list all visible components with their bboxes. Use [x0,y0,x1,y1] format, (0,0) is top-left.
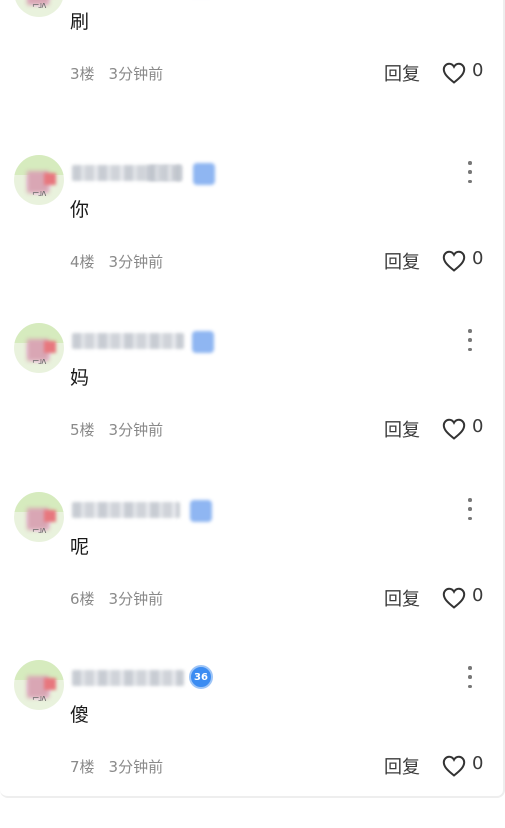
username-blurred[interactable] [72,333,184,349]
reply-button[interactable]: 回复 [384,585,420,611]
comment-text: 你 [70,199,90,221]
level-badge-icon [190,500,212,522]
heart-icon[interactable] [442,755,466,777]
heart-icon[interactable] [442,418,466,440]
comment-item: ⌐ᴊᴧ 妈 5楼 3分钟前 回复 0 [0,323,505,491]
user-avatar[interactable]: ⌐ᴊᴧ [14,0,64,17]
like-count: 0 [472,585,484,606]
comment-meta: 3楼 3分钟前 [70,63,163,84]
user-avatar[interactable]: ⌐ᴊᴧ [14,660,64,710]
comment-list: ⌐ᴊᴧ 刷 3楼 3分钟前 回复 0 ⌐ᴊᴧ 你 4楼 3分钟前 回复 0 ⌐ᴊᴧ … [0,0,505,798]
comment-text: 刷 [70,11,90,33]
level-badge-icon: 36 [189,665,213,689]
like-count: 0 [472,60,484,81]
floor-number: 3楼 [70,65,95,83]
user-avatar[interactable]: ⌐ᴊᴧ [14,155,64,205]
comment-item: ⌐ᴊᴧ 你 4楼 3分钟前 回复 0 [0,155,505,323]
more-options-icon[interactable] [462,161,478,183]
like-count: 0 [472,753,484,774]
more-options-icon[interactable] [462,498,478,520]
like-count: 0 [472,416,484,437]
reply-button[interactable]: 回复 [384,416,420,442]
comment-text: 妈 [70,367,90,389]
comment-meta: 5楼 3分钟前 [70,419,163,440]
comment-time: 3分钟前 [108,65,164,83]
level-badge-icon [192,331,214,353]
user-avatar[interactable]: ⌐ᴊᴧ [14,492,64,542]
floor-number: 7楼 [70,758,95,776]
comment-item: ⌐ᴊᴧ 呢 6楼 3分钟前 回复 0 [0,492,505,660]
user-avatar[interactable]: ⌐ᴊᴧ [14,323,64,373]
comment-meta: 4楼 3分钟前 [70,251,163,272]
comment-text: 傻 [70,704,90,726]
username-blurred[interactable] [72,502,180,518]
comment-meta: 6楼 3分钟前 [70,588,163,609]
comment-time: 3分钟前 [108,421,164,439]
comment-text: 呢 [70,536,90,558]
like-count: 0 [472,248,484,269]
comment-item: ⌐ᴊᴧ 刷 3楼 3分钟前 回复 0 [0,0,505,135]
comment-time: 3分钟前 [108,253,164,271]
comment-meta: 7楼 3分钟前 [70,756,163,777]
comment-time: 3分钟前 [108,758,164,776]
floor-number: 6楼 [70,590,95,608]
level-badge-icon [193,163,215,185]
comment-item: ⌐ᴊᴧ 36 傻 7楼 3分钟前 回复 0 [0,660,505,828]
reply-button[interactable]: 回复 [384,60,420,86]
comment-time: 3分钟前 [108,590,164,608]
username-blurred[interactable] [72,670,184,686]
floor-number: 4楼 [70,253,95,271]
more-options-icon[interactable] [462,666,478,688]
floor-number: 5楼 [70,421,95,439]
more-options-icon[interactable] [462,329,478,351]
reply-button[interactable]: 回复 [384,248,420,274]
heart-icon[interactable] [442,62,466,84]
reply-button[interactable]: 回复 [384,753,420,779]
username-blurred-part [146,165,182,181]
heart-icon[interactable] [442,250,466,272]
heart-icon[interactable] [442,587,466,609]
